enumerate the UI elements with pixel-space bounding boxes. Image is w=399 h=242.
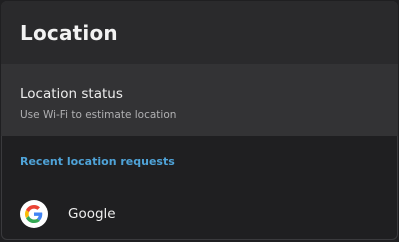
location-settings-screen: Location Location status Use Wi-Fi to es… [1,1,398,240]
recent-requests-heading: Recent location requests [20,154,175,168]
location-status-summary: Use Wi-Fi to estimate location [20,109,177,121]
recent-request-item-google[interactable]: Google [1,186,398,240]
location-status-item[interactable]: Location status Use Wi-Fi to estimate lo… [1,64,398,136]
recent-requests-section: Recent location requests [1,136,398,186]
google-g-icon [20,200,48,228]
app-name: Google [68,206,116,222]
header: Location [1,1,398,64]
page-title: Location [20,20,118,45]
location-status-label: Location status [20,86,123,102]
